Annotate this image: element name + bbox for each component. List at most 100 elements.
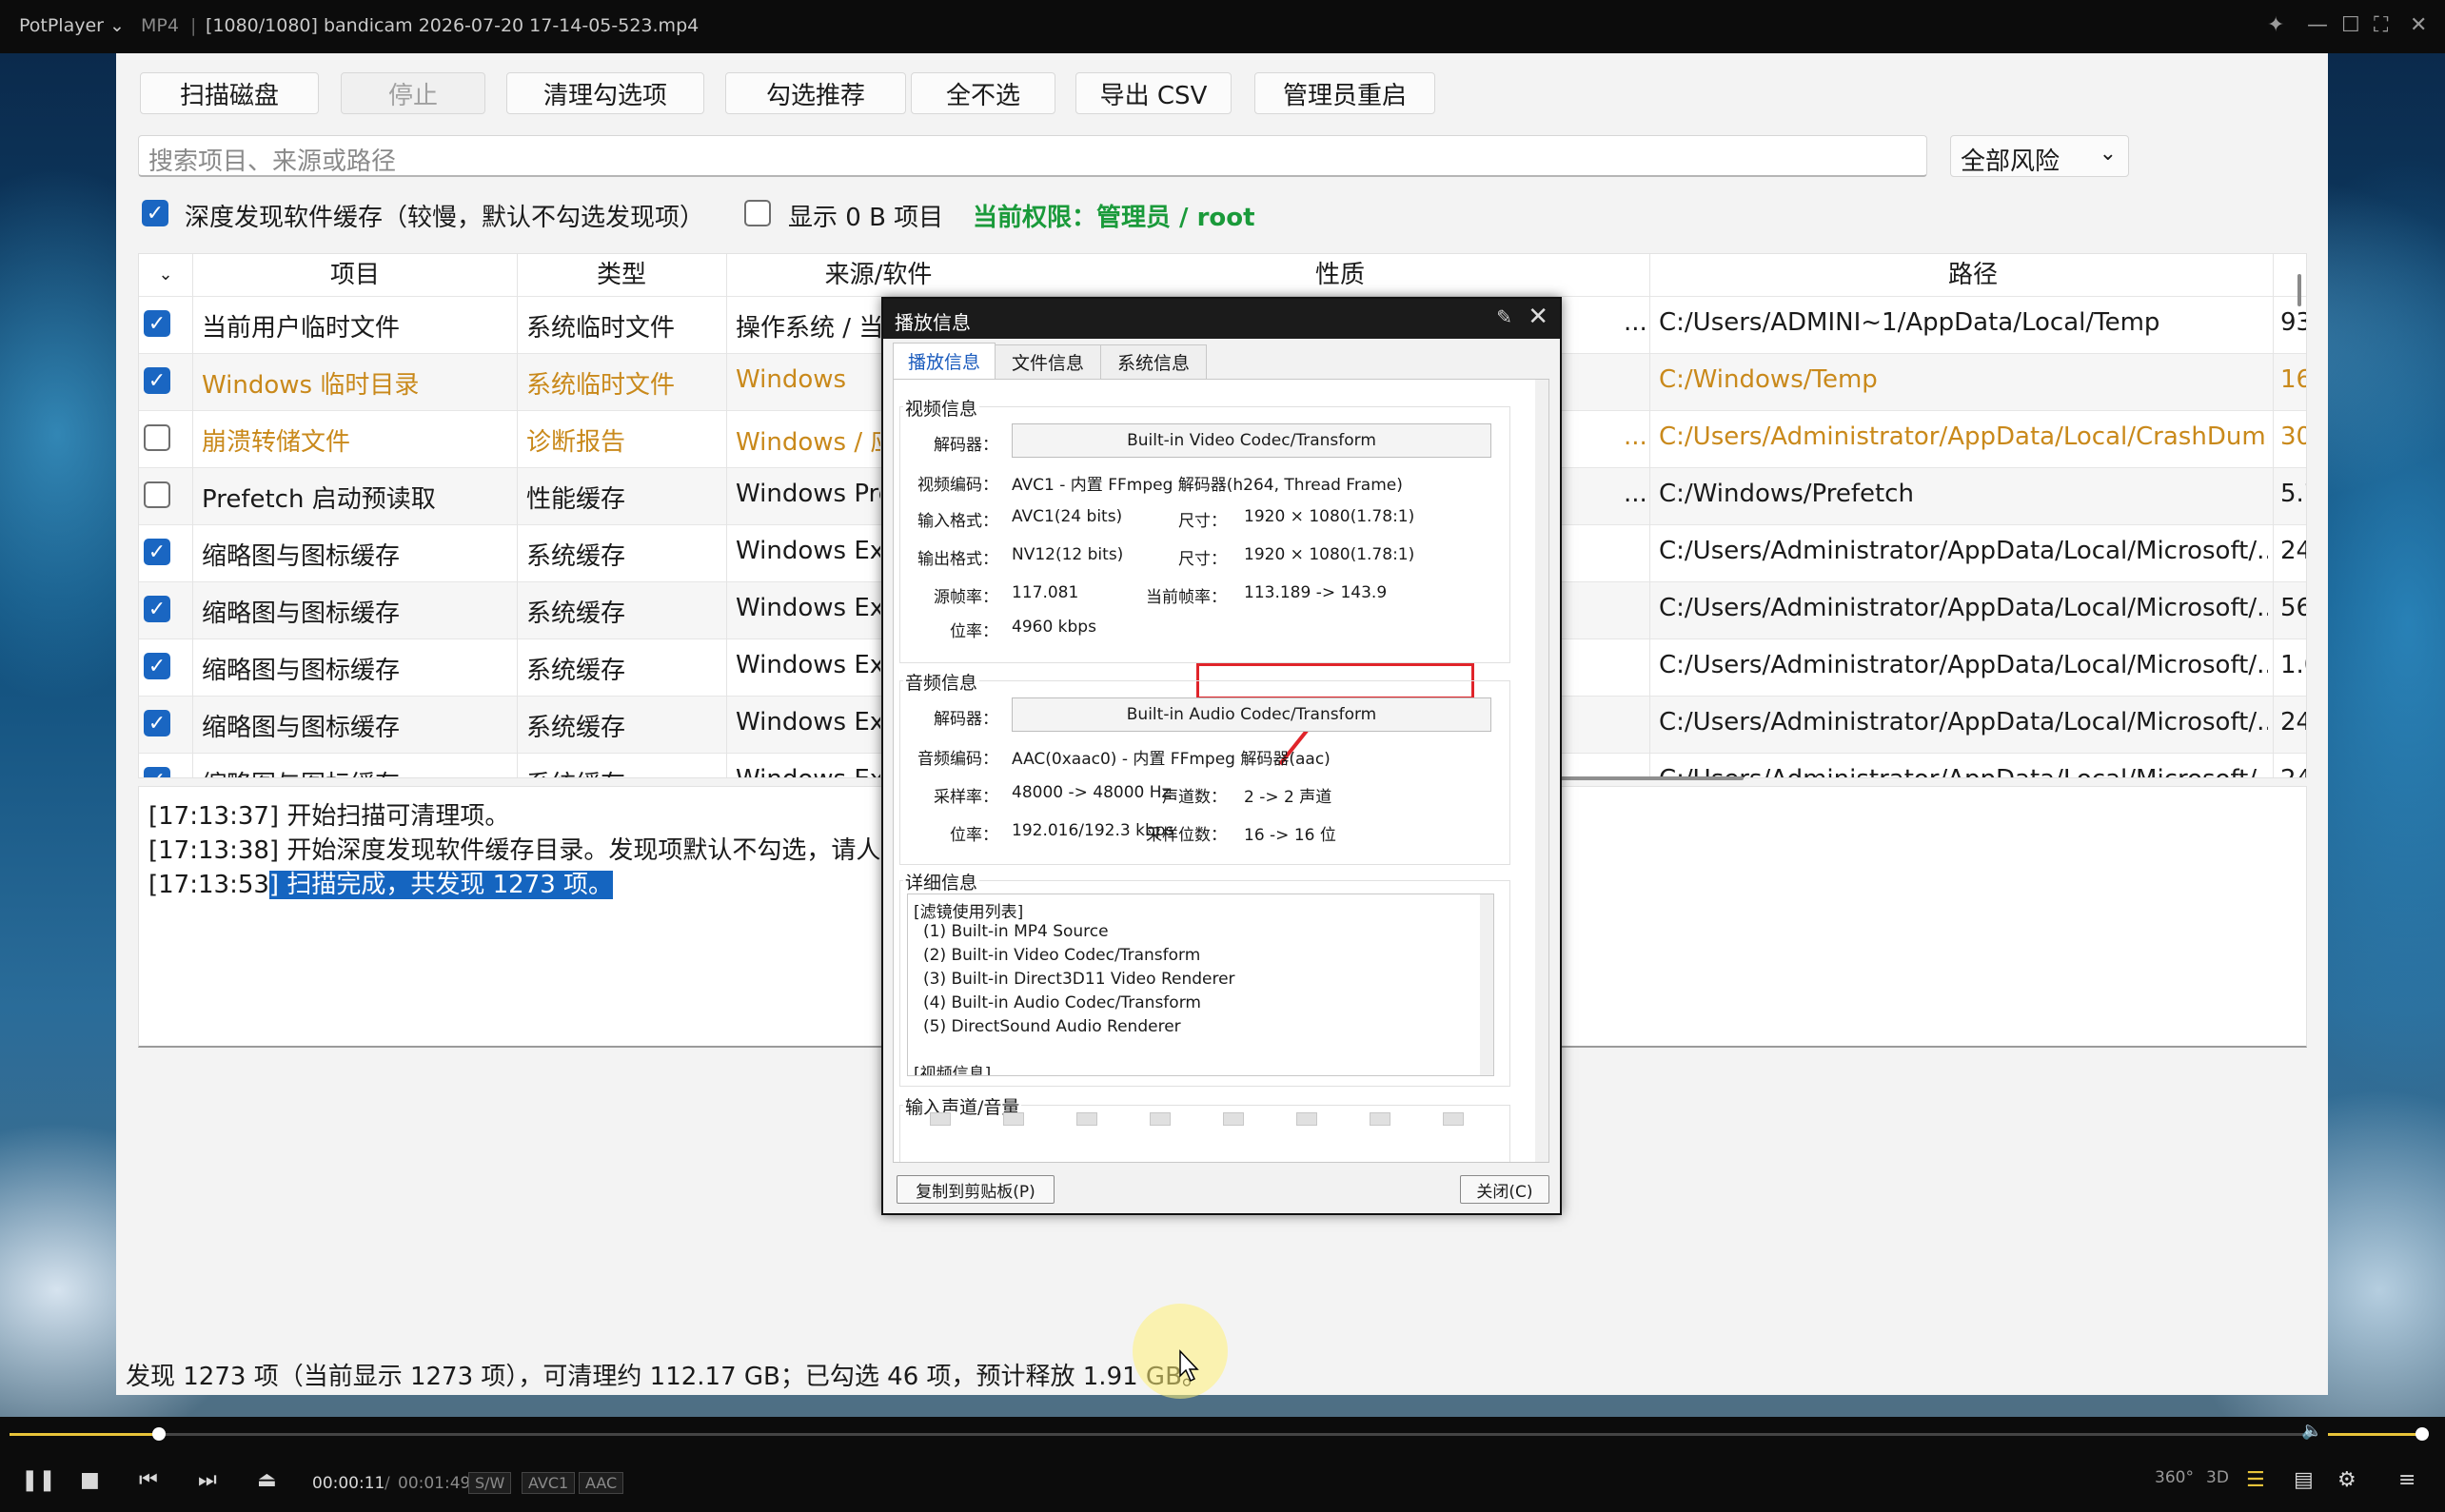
row-checkbox[interactable]: ✓	[144, 653, 170, 679]
stop-button[interactable]: 停止	[341, 72, 485, 114]
tab-file-info[interactable]: 文件信息	[995, 344, 1101, 379]
input-format-label: 输入格式：	[917, 512, 998, 531]
video-codec-badge[interactable]: AVC1	[522, 1472, 576, 1494]
row-checkbox[interactable]: ✓	[144, 539, 170, 565]
tab-playback-info[interactable]: 播放信息	[893, 343, 996, 379]
video-decoder-button[interactable]: Built-in Video Codec/Transform	[1012, 423, 1491, 458]
video-bitrate-label: 位率：	[950, 622, 998, 641]
pin-icon[interactable]: ✦	[2267, 13, 2284, 37]
playlist-search-icon[interactable]: ☰	[2246, 1468, 2265, 1492]
row-type: 系统缓存	[526, 599, 626, 628]
audio-codec-value: AAC(0xaac0) - 内置 FFmpeg 解码器(aac)	[1012, 750, 1331, 769]
row-checkbox[interactable]: ✓	[144, 710, 170, 736]
dialog-scrollbar[interactable]	[1535, 380, 1548, 1162]
admin-restart-button[interactable]: 管理员重启	[1254, 72, 1435, 114]
permission-label: 当前权限：管理员 / root	[973, 204, 1255, 232]
deep-scan-checkbox[interactable]: ✓	[142, 200, 168, 226]
row-checkbox[interactable]	[144, 424, 170, 451]
row-type: 系统缓存	[526, 657, 626, 685]
decoder-badge[interactable]: S/W	[468, 1472, 512, 1494]
seek-bar[interactable]	[10, 1427, 2303, 1441]
row-item: 缩略图与图标缓存	[202, 542, 401, 571]
check-recommended-button[interactable]: 勾选推荐	[725, 72, 906, 114]
details-line: (5) DirectSound Audio Renderer	[923, 1017, 1181, 1036]
next-icon[interactable]: ⏭	[198, 1468, 217, 1492]
dialog-close-button[interactable]: 关闭(C)	[1460, 1175, 1549, 1204]
volume-slider[interactable]	[2328, 1427, 2429, 1441]
row-checkbox[interactable]	[144, 481, 170, 508]
player-menu-button[interactable]: PotPlayer ⌄	[19, 15, 125, 36]
player-controls: 🔈 ❚❚ ■ ⏮ ⏭ ⏏ 00:00:11 / 00:01:49 S/W AVC…	[0, 1417, 2445, 1512]
maximize-icon[interactable]: ☐	[2341, 13, 2360, 37]
row-nature: ...	[1624, 480, 1645, 508]
row-type: 系统缓存	[526, 542, 626, 571]
stop-icon[interactable]: ■	[80, 1468, 100, 1492]
show-zero-label: 显示 0 B 项目	[788, 204, 944, 232]
seek-handle[interactable]	[151, 1427, 166, 1441]
row-source: Windows Exp	[736, 651, 880, 679]
current-time: 00:00:11	[312, 1474, 385, 1493]
row-item: 缩略图与图标缓存	[202, 599, 401, 628]
table-vertical-scrollbar[interactable]	[2297, 274, 2301, 306]
eject-icon[interactable]: ⏏	[257, 1468, 277, 1492]
time-separator: /	[384, 1474, 390, 1493]
minimize-icon[interactable]: —	[2307, 13, 2328, 37]
menu-icon[interactable]: ≡	[2398, 1468, 2415, 1492]
seek-progress	[10, 1433, 159, 1436]
row-checkbox[interactable]: ✓	[144, 367, 170, 394]
close-icon[interactable]: ✕	[2410, 13, 2427, 37]
previous-icon[interactable]: ⏮	[139, 1468, 158, 1492]
dialog-close-icon[interactable]: ✕	[1528, 303, 1548, 331]
col-divider	[192, 254, 193, 777]
uncheck-all-button[interactable]: 全不选	[911, 72, 1055, 114]
col-header-item[interactable]: 项目	[193, 254, 517, 296]
col-header-path[interactable]: 路径	[1649, 254, 2297, 296]
audio-codec-badge[interactable]: AAC	[579, 1472, 624, 1494]
3d-icon[interactable]: 3D	[2206, 1468, 2229, 1487]
audio-bitrate-label: 位率：	[950, 826, 998, 845]
output-size-value: 1920 × 1080(1.78:1)	[1244, 545, 1415, 564]
risk-filter-select[interactable]: 全部风险 ⌄	[1950, 135, 2129, 177]
dialog-content: 视频信息 解码器： Built-in Video Codec/Transform…	[893, 379, 1549, 1163]
details-scrollbar[interactable]	[1480, 894, 1493, 1075]
filter-list-textbox[interactable]: [滤镜使用列表] (1) Built-in MP4 Source (2) Bui…	[907, 893, 1494, 1076]
volume-icon[interactable]: 🔈	[2301, 1421, 2322, 1441]
row-checkbox[interactable]: ✓	[144, 310, 170, 337]
video-decoder-label: 解码器：	[934, 436, 998, 455]
subtitle-icon[interactable]: ▤	[2294, 1468, 2314, 1492]
deep-scan-label: 深度发现软件缓存（较慢，默认不勾选发现项）	[185, 204, 705, 232]
pause-icon[interactable]: ❚❚	[21, 1468, 56, 1492]
vr360-icon[interactable]: 360°	[2155, 1468, 2194, 1487]
row-checkbox[interactable]: ✓	[144, 767, 170, 777]
audio-decoder-button[interactable]: Built-in Audio Codec/Transform	[1012, 697, 1491, 732]
log-time: [17:13:37]	[148, 802, 280, 831]
output-size-label: 尺寸：	[1178, 550, 1227, 569]
copy-to-clipboard-button[interactable]: 复制到剪贴板(P)	[897, 1175, 1055, 1204]
col-header-source[interactable]: 来源/软件	[726, 254, 1031, 296]
show-zero-checkbox[interactable]	[744, 200, 771, 226]
chevron-down-icon: ⌄	[2099, 142, 2117, 166]
row-size: 93	[2280, 308, 2306, 337]
export-csv-button[interactable]: 导出 CSV	[1075, 72, 1232, 114]
row-checkbox[interactable]: ✓	[144, 596, 170, 622]
search-input[interactable]: 搜索项目、来源或路径	[138, 135, 1927, 177]
log-line: [17:13:53] 扫描完成，共发现 1273 项。	[148, 865, 614, 900]
fullscreen-icon[interactable]: ⛶	[2374, 13, 2388, 37]
col-header-type[interactable]: 类型	[517, 254, 726, 296]
row-nature: ...	[1624, 422, 1645, 451]
row-source: Windows Exp	[736, 594, 880, 622]
pin-icon[interactable]: ✎	[1496, 305, 1512, 328]
source-fps-label: 源帧率：	[934, 588, 998, 607]
select-all-chevron-icon[interactable]: ⌄	[139, 254, 192, 296]
col-header-nature[interactable]: 性质	[1031, 254, 1649, 296]
row-path: C:/Users/Administrator/AppData/Local/Mic…	[1659, 765, 2268, 777]
details-line: (3) Built-in Direct3D11 Video Renderer	[923, 970, 1235, 989]
row-item: 当前用户临时文件	[202, 314, 401, 343]
volume-handle[interactable]	[2415, 1427, 2429, 1441]
settings-gear-icon[interactable]: ⚙	[2337, 1468, 2356, 1492]
clear-checked-button[interactable]: 清理勾选项	[506, 72, 704, 114]
scan-disk-button[interactable]: 扫描磁盘	[140, 72, 319, 114]
player-name: PotPlayer	[19, 15, 104, 36]
tab-system-info[interactable]: 系统信息	[1100, 344, 1207, 379]
title-separator: |	[190, 15, 197, 36]
